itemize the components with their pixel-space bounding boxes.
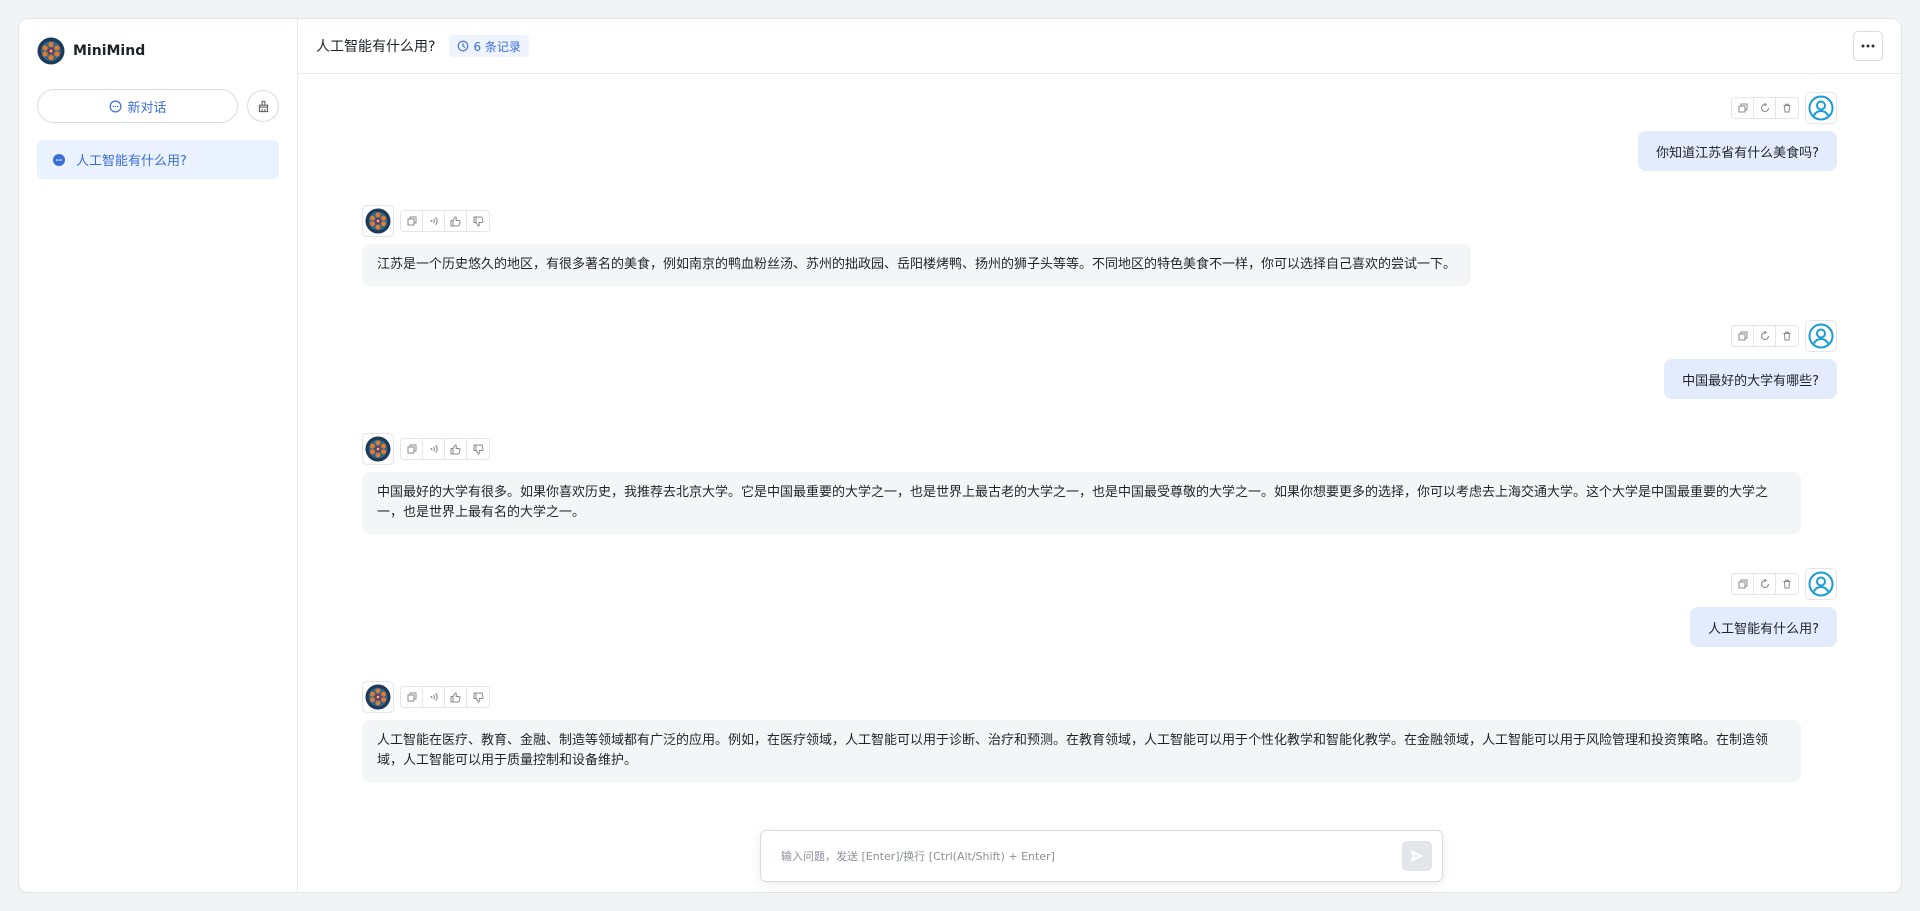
assistant-message-tools xyxy=(400,686,490,708)
copy-icon xyxy=(1738,331,1747,341)
thumbs-up-icon xyxy=(450,444,461,454)
assistant-message-tools xyxy=(400,210,490,232)
user-avatar-icon xyxy=(1808,323,1834,349)
copy-icon xyxy=(407,216,416,226)
user-avatar-icon xyxy=(1808,571,1834,597)
user-message: 中国最好的大学有哪些? xyxy=(1664,320,1837,399)
history-item-label: 人工智能有什么用? xyxy=(76,154,187,169)
user-message-bubble: 中国最好的大学有哪些? xyxy=(1664,359,1837,399)
speaker-wave-icon xyxy=(430,216,438,226)
read-aloud-button[interactable] xyxy=(423,439,445,459)
like-button[interactable] xyxy=(445,439,467,459)
refresh-icon xyxy=(1760,331,1769,341)
copy-button[interactable] xyxy=(401,211,423,231)
app-window: MiniMind 新对话 人工智能有什么用? 人工智能有什么用? 6 条记录 你… xyxy=(18,18,1902,893)
send-button[interactable] xyxy=(1402,841,1432,871)
trash-icon xyxy=(1783,103,1791,113)
clock-icon xyxy=(458,40,469,52)
sidebar-actions: 新对话 xyxy=(37,89,279,123)
chat-title: 人工智能有什么用? xyxy=(316,39,436,55)
assistant-message-bubble: 中国最好的大学有很多。如果你喜欢历史，我推荐去北京大学。它是中国最重要的大学之一… xyxy=(362,472,1801,534)
dislike-button[interactable] xyxy=(467,687,489,707)
chat-header: 人工智能有什么用? 6 条记录 xyxy=(298,19,1901,74)
user-message: 人工智能有什么用? xyxy=(1690,568,1837,647)
trash-icon xyxy=(1783,331,1791,341)
minimind-logo-icon xyxy=(365,684,391,710)
assistant-message: 中国最好的大学有很多。如果你喜欢历史，我推荐去北京大学。它是中国最重要的大学之一… xyxy=(362,433,1801,534)
new-chat-label: 新对话 xyxy=(127,100,167,116)
user-avatar xyxy=(1805,568,1837,600)
refresh-icon xyxy=(1760,579,1769,589)
chat-input-box xyxy=(760,830,1443,882)
history-item[interactable]: 人工智能有什么用? xyxy=(37,140,279,179)
minimind-logo-icon xyxy=(37,37,65,65)
copy-button[interactable] xyxy=(401,439,423,459)
more-options-button[interactable] xyxy=(1853,31,1883,61)
regenerate-button[interactable] xyxy=(1754,574,1776,594)
delete-button[interactable] xyxy=(1776,98,1798,118)
record-count-badge: 6 条记录 xyxy=(449,35,529,57)
copy-icon xyxy=(1738,579,1747,589)
user-message-tools xyxy=(1731,573,1799,595)
user-message-bubble: 人工智能有什么用? xyxy=(1690,607,1837,647)
speaker-wave-icon xyxy=(430,692,438,702)
regenerate-button[interactable] xyxy=(1754,98,1776,118)
minimind-logo-icon xyxy=(365,208,391,234)
trash-icon xyxy=(1783,579,1791,589)
send-icon xyxy=(1410,850,1424,862)
copy-button[interactable] xyxy=(401,687,423,707)
chat-input[interactable] xyxy=(781,849,1402,863)
read-aloud-button[interactable] xyxy=(423,211,445,231)
ellipsis-icon xyxy=(1861,44,1875,48)
brand-name: MiniMind xyxy=(73,43,146,59)
new-chat-button[interactable]: 新对话 xyxy=(37,89,239,123)
regenerate-button[interactable] xyxy=(1754,326,1776,346)
dislike-button[interactable] xyxy=(467,439,489,459)
thumbs-up-icon xyxy=(450,216,461,226)
assistant-avatar xyxy=(362,433,394,465)
sidebar: MiniMind 新对话 人工智能有什么用? xyxy=(19,19,298,892)
assistant-avatar xyxy=(362,205,394,237)
copy-icon xyxy=(1738,103,1747,113)
user-avatar xyxy=(1805,320,1837,352)
like-button[interactable] xyxy=(445,211,467,231)
copy-button[interactable] xyxy=(1732,574,1754,594)
assistant-message: 江苏是一个历史悠久的地区，有很多著名的美食，例如南京的鸭血粉丝汤、苏州的拙政园、… xyxy=(362,205,1472,286)
assistant-message-tools xyxy=(400,438,490,460)
user-message-tools xyxy=(1731,325,1799,347)
copy-button[interactable] xyxy=(1732,98,1754,118)
user-message-bubble: 你知道江苏省有什么美食吗? xyxy=(1638,131,1837,171)
delete-button[interactable] xyxy=(1776,574,1798,594)
delete-button[interactable] xyxy=(1776,326,1798,346)
assistant-message: 人工智能在医疗、教育、金融、制造等领域都有广泛的应用。例如，在医疗领域，人工智能… xyxy=(362,681,1801,782)
dislike-button[interactable] xyxy=(467,211,489,231)
copy-button[interactable] xyxy=(1732,326,1754,346)
broom-icon xyxy=(258,100,268,112)
record-count: 6 条记录 xyxy=(473,39,521,54)
chat-bubble-icon xyxy=(109,100,122,112)
user-avatar xyxy=(1805,92,1837,124)
copy-icon xyxy=(407,444,416,454)
read-aloud-button[interactable] xyxy=(423,687,445,707)
refresh-icon xyxy=(1760,103,1769,113)
thumbs-down-icon xyxy=(473,444,484,454)
like-button[interactable] xyxy=(445,687,467,707)
thumbs-down-icon xyxy=(473,216,484,226)
thumbs-up-icon xyxy=(450,692,461,702)
brand: MiniMind xyxy=(37,37,279,65)
minimind-logo-icon xyxy=(365,436,391,462)
speaker-wave-icon xyxy=(430,444,438,454)
main-panel: 人工智能有什么用? 6 条记录 你知道江苏省有什么美食吗? 江苏是一个历史悠久的… xyxy=(298,19,1901,892)
assistant-avatar xyxy=(362,681,394,713)
user-message: 你知道江苏省有什么美食吗? xyxy=(1638,92,1837,171)
chat-area: 你知道江苏省有什么美食吗? 江苏是一个历史悠久的地区，有很多著名的美食，例如南京… xyxy=(298,74,1901,892)
copy-icon xyxy=(407,692,416,702)
user-avatar-icon xyxy=(1808,95,1834,121)
assistant-message-bubble: 江苏是一个历史悠久的地区，有很多著名的美食，例如南京的鸭血粉丝汤、苏州的拙政园、… xyxy=(362,244,1472,286)
thumbs-down-icon xyxy=(473,692,484,702)
user-message-tools xyxy=(1731,97,1799,119)
assistant-message-bubble: 人工智能在医疗、教育、金融、制造等领域都有广泛的应用。例如，在医疗领域，人工智能… xyxy=(362,720,1801,782)
clear-history-button[interactable] xyxy=(247,90,279,122)
chat-dot-icon xyxy=(53,153,65,166)
